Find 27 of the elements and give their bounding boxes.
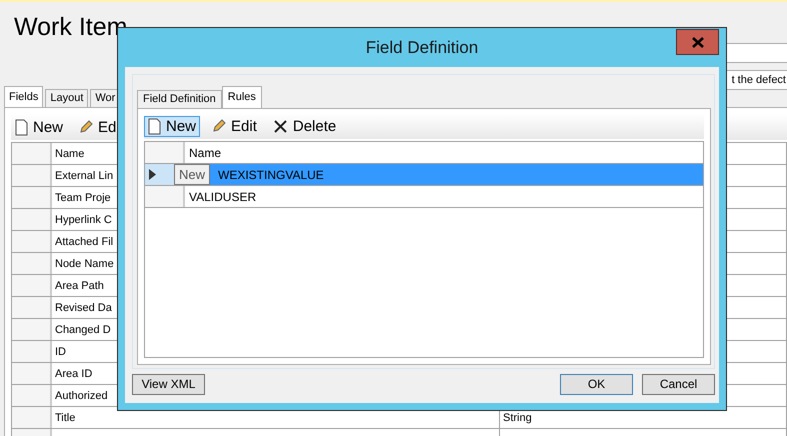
pencil-icon [212,119,226,133]
document-icon [15,118,28,136]
close-button[interactable] [676,29,719,55]
tab[interactable]: Rules [222,86,262,108]
toolbar-button[interactable]: Delete [268,116,340,136]
document-icon [148,118,161,134]
toolbar-button[interactable]: Edit [208,116,261,136]
table-cell: WEXISTINGVALUE [218,168,324,182]
toolbar-button[interactable]: Ed [75,116,120,138]
dialog-button[interactable]: Cancel [642,374,715,394]
row-header [12,143,52,164]
close-icon [692,36,704,48]
tab[interactable]: Layout [45,89,88,107]
tooltip: New [174,164,210,185]
table-row[interactable]: VALIDUSER [145,186,703,208]
toolbar-button[interactable]: New [144,116,200,136]
toolbar-button[interactable]: New [11,116,68,138]
tab[interactable]: Field Definition [137,90,222,108]
tab[interactable]: Fields [4,86,44,107]
table-cell: VALIDUSER [189,190,256,204]
dialog-button[interactable]: OK [560,374,633,394]
row-pointer-icon [149,169,156,180]
column-header[interactable]: Name [185,142,703,163]
pencil-icon [79,120,94,134]
view-xml-button[interactable]: View XML [132,374,205,394]
dialog-title: Field Definition [366,38,478,58]
close-icon [272,118,288,134]
